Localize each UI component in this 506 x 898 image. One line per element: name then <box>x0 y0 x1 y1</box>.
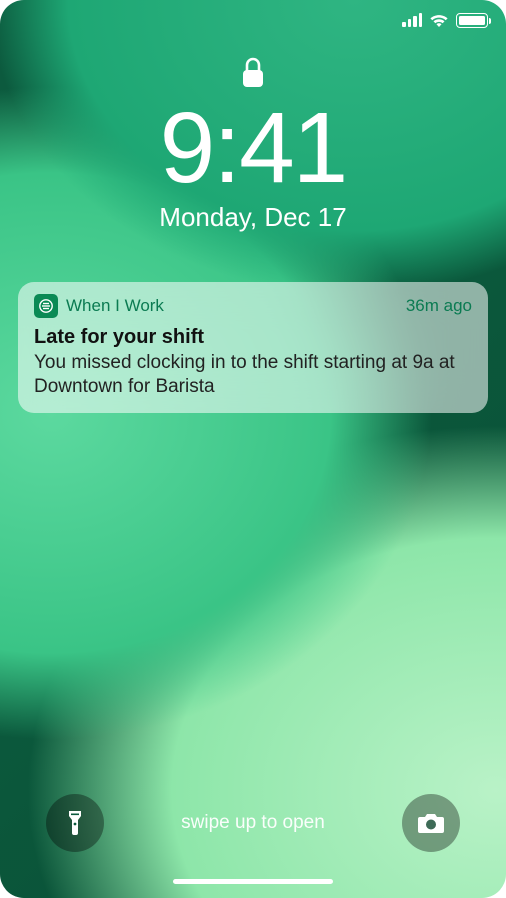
swipe-up-hint: swipe up to open <box>181 812 325 834</box>
when-i-work-app-icon <box>34 294 58 318</box>
quick-actions-row: swipe up to open <box>0 794 506 852</box>
home-indicator[interactable] <box>173 879 333 884</box>
status-bar <box>402 12 488 28</box>
camera-icon <box>416 811 446 835</box>
flashlight-button[interactable] <box>46 794 104 852</box>
camera-button[interactable] <box>402 794 460 852</box>
notification-header: When I Work 36m ago <box>34 294 472 318</box>
cellular-signal-icon <box>402 13 422 27</box>
notification-age: 36m ago <box>406 296 472 316</box>
clock-area: 9:41 Monday, Dec 17 <box>0 98 506 233</box>
notification-app-name: When I Work <box>66 296 398 316</box>
lock-screen: 9:41 Monday, Dec 17 When I Work 36m ago … <box>0 0 506 898</box>
clock-time: 9:41 <box>0 98 506 198</box>
notification-title: Late for your shift <box>34 326 472 349</box>
battery-icon <box>456 13 488 28</box>
clock-date: Monday, Dec 17 <box>0 202 506 233</box>
notification-body: You missed clocking in to the shift star… <box>34 351 472 399</box>
wifi-icon <box>428 12 450 28</box>
lock-icon <box>241 56 265 90</box>
flashlight-icon <box>64 808 86 838</box>
notification-card[interactable]: When I Work 36m ago Late for your shift … <box>18 282 488 413</box>
